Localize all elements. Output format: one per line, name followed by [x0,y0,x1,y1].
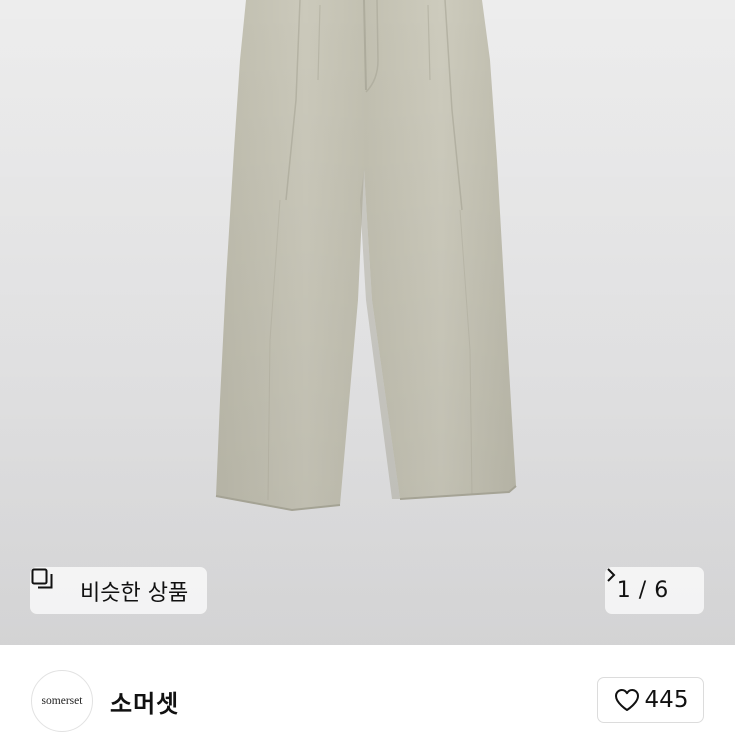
copy-icon [31,568,71,603]
like-count: 445 [644,687,689,713]
seller-row: somerset 소머셋 445 [0,645,735,735]
like-button[interactable]: 445 [597,677,704,723]
page-separator: / [638,578,647,603]
product-photo [0,0,735,645]
similar-items-button[interactable]: 비슷한 상품 [30,567,207,614]
seller-avatar[interactable]: somerset [31,670,93,732]
heart-icon [613,687,641,713]
chevron-right-icon[interactable] [607,568,692,599]
image-pager[interactable]: 1 / 6 [605,567,704,614]
total-pages: 6 [654,578,669,603]
seller-name[interactable]: 소머셋 [110,684,179,719]
product-image[interactable]: 비슷한 상품 1 / 6 [0,0,735,645]
seller-avatar-text: somerset [41,695,83,707]
similar-items-label: 비슷한 상품 [80,580,189,606]
current-page: 1 [616,578,631,603]
